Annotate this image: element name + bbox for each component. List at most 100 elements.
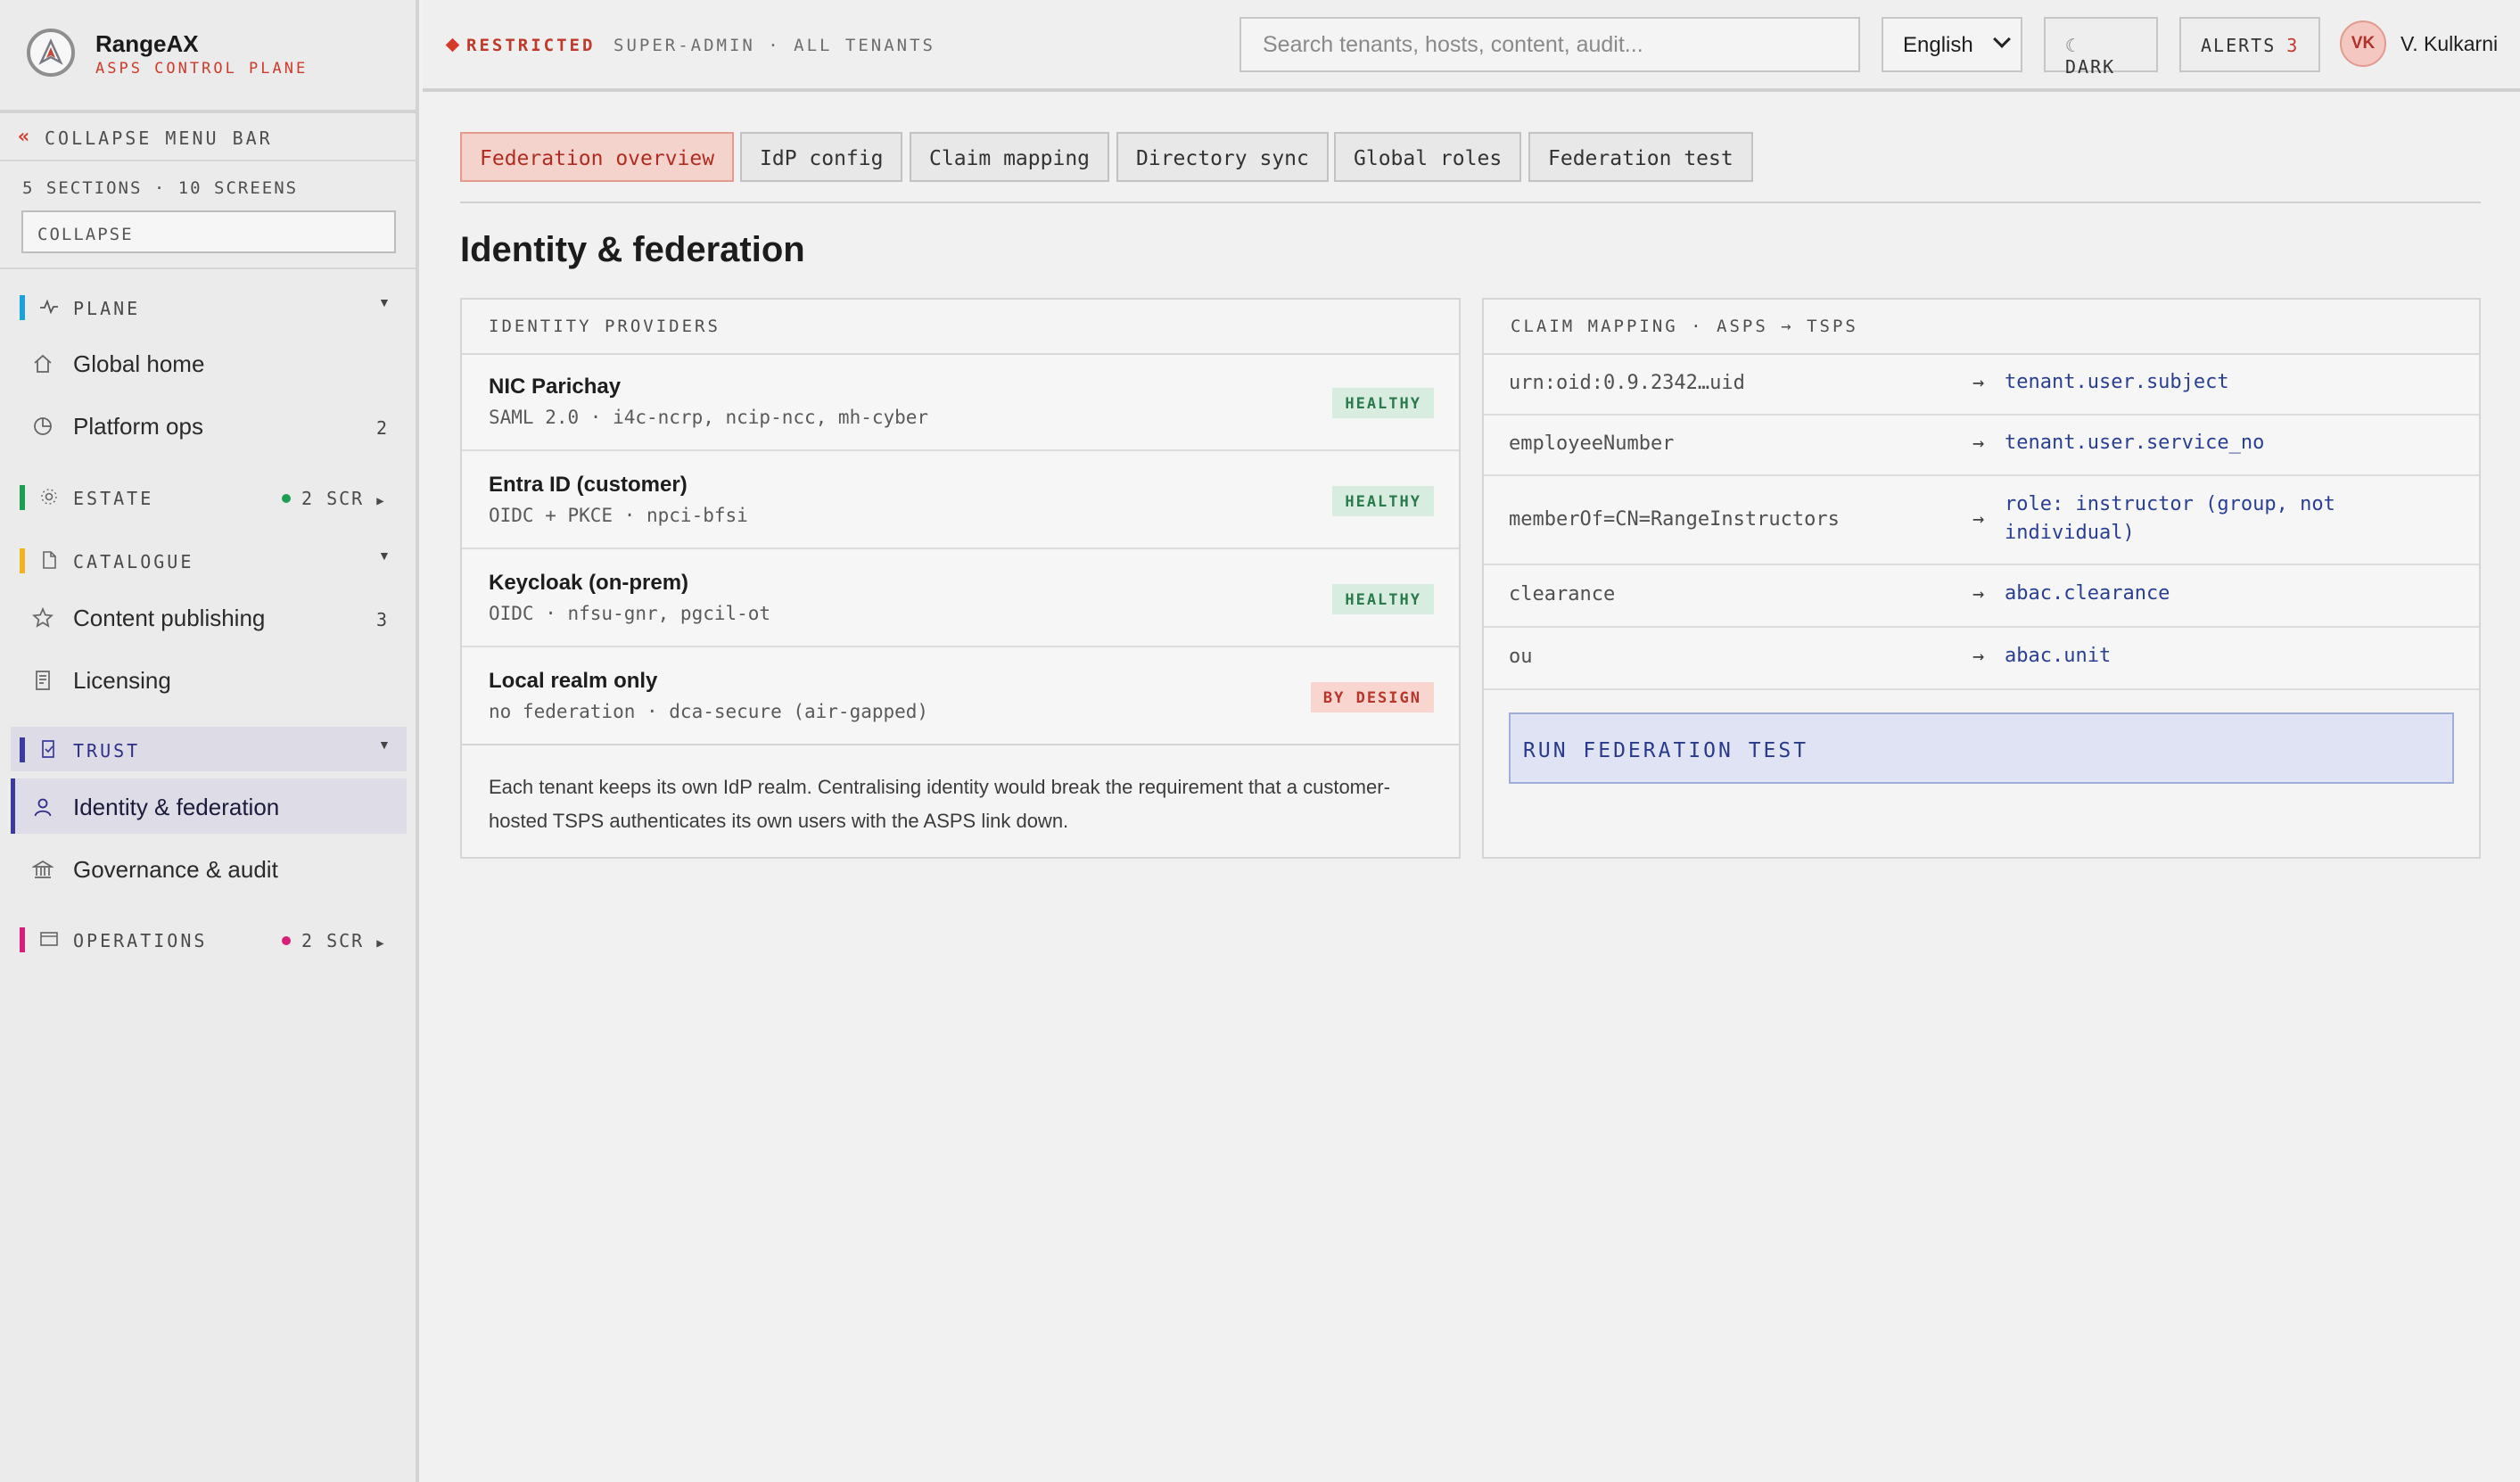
- tab-federation-test[interactable]: Federation test: [1528, 132, 1753, 182]
- caret-right-icon: ▶: [376, 494, 386, 508]
- tab-claim-mapping[interactable]: Claim mapping: [910, 132, 1110, 182]
- claim-source: ou: [1509, 646, 1533, 668]
- tab-directory-sync[interactable]: Directory sync: [1116, 132, 1329, 182]
- sections-count: 5 SECTIONS · 10 SCREENS: [22, 178, 299, 198]
- claim-source: memberOf=CN=RangeInstructors: [1509, 508, 1840, 531]
- tabs-divider: [460, 202, 2481, 203]
- caret-down-icon: ▼: [378, 737, 391, 752]
- claim-target: role: instructor (group, not individual): [2005, 493, 2335, 544]
- restricted-badge: RESTRICTED: [445, 36, 595, 55]
- arrow-right-icon: →: [1972, 432, 1985, 455]
- alerts-button[interactable]: ALERTS 3: [2179, 17, 2320, 72]
- section-estate[interactable]: ESTATE 2 SCR ▶: [0, 474, 416, 519]
- section-name: OPERATIONS: [73, 930, 208, 951]
- page-title: Identity & federation: [460, 230, 805, 269]
- section-color-bar: [20, 737, 25, 762]
- idp-name: Keycloak (on-prem): [489, 571, 689, 595]
- idp-row[interactable]: Local realm only no federation · dca-sec…: [462, 649, 1459, 745]
- idp-name: Entra ID (customer): [489, 473, 688, 497]
- section-operations[interactable]: OPERATIONS 2 SCR ▶: [0, 917, 416, 961]
- avatar[interactable]: VK: [2340, 21, 2386, 67]
- search-input[interactable]: [1239, 17, 1860, 72]
- idp-detail: OIDC · nfsu-gnr, pgcil-ot: [489, 603, 771, 624]
- top-bar: RESTRICTED SUPER-ADMIN · ALL TENANTS Eng…: [423, 0, 2520, 92]
- collapse-menu-bar-button[interactable]: « COLLAPSE MENU BAR: [0, 113, 416, 161]
- receipt-icon: [36, 671, 50, 690]
- section-screens: 2 SCR ▶: [282, 930, 386, 951]
- sidebar: RangeAX ASPS CONTROL PLANE « COLLAPSE ME…: [0, 0, 419, 1482]
- sidebar-item-licensing[interactable]: Licensing: [11, 652, 407, 707]
- claim-target: abac.unit: [2005, 645, 2112, 667]
- claim-target: abac.clearance: [2005, 582, 2170, 605]
- user-name[interactable]: V. Kulkarni: [2401, 32, 2498, 56]
- section-color-bar: [20, 485, 25, 510]
- double-chevron-left-icon: «: [18, 126, 33, 148]
- dark-mode-button[interactable]: ☾ DARK: [2044, 17, 2158, 78]
- section-name: PLANE: [73, 298, 141, 319]
- alerts-count: 3: [2286, 35, 2300, 56]
- arrow-right-icon: →: [1972, 583, 1985, 605]
- sidebar-item-global-home[interactable]: Global home: [11, 335, 407, 391]
- screens-count: 2 SCR: [301, 930, 365, 951]
- sidebar-item-count: 2: [375, 417, 387, 439]
- tab-global-roles[interactable]: Global roles: [1334, 132, 1522, 182]
- panel-heading: IDENTITY PROVIDERS: [462, 300, 1459, 355]
- section-trust[interactable]: TRUST ▼: [11, 727, 407, 771]
- dark-label: DARK: [2065, 56, 2116, 78]
- sidebar-item-label: Identity & federation: [73, 794, 280, 820]
- claim-source: employeeNumber: [1509, 432, 1675, 455]
- idp-detail: no federation · dca-secure (air-gapped): [489, 701, 929, 722]
- claim-mapping-panel: CLAIM MAPPING · ASPS → TSPS urn:oid:0.9.…: [1482, 298, 2481, 859]
- collapse-all-button[interactable]: COLLAPSE: [21, 210, 396, 253]
- caret-down-icon: ▼: [378, 295, 391, 309]
- sidebar-item-label: Content publishing: [73, 605, 266, 631]
- sidebar-item-identity-federation[interactable]: Identity & federation: [11, 778, 407, 834]
- sidebar-item-platform-ops[interactable]: Platform ops 2: [11, 398, 407, 453]
- collapse-menu-label: COLLAPSE MENU BAR: [45, 128, 273, 149]
- status-dot: [282, 936, 291, 945]
- idp-row[interactable]: NIC Parichay SAML 2.0 · i4c-ncrp, ncip-n…: [462, 355, 1459, 451]
- diamond-icon: [445, 37, 460, 53]
- status-badge: HEALTHY: [1332, 486, 1434, 516]
- scope-label: SUPER-ADMIN · ALL TENANTS: [614, 36, 935, 55]
- arrow-right-icon: →: [1972, 646, 1985, 668]
- idp-name: NIC Parichay: [489, 375, 622, 399]
- arrow-right-icon: →: [1972, 372, 1985, 394]
- alerts-label: ALERTS: [2201, 35, 2277, 56]
- language-select[interactable]: English: [1882, 17, 2022, 72]
- tab-federation-overview[interactable]: Federation overview: [460, 132, 735, 182]
- claim-source: clearance: [1509, 583, 1616, 605]
- claim-row: clearance → abac.clearance: [1484, 565, 2479, 628]
- document-icon: [43, 551, 56, 569]
- claim-target: tenant.user.subject: [2005, 371, 2229, 393]
- bank-icon: [32, 860, 54, 878]
- run-federation-test-button[interactable]: RUN FEDERATION TEST: [1509, 712, 2454, 784]
- sidebar-item-label: Licensing: [73, 667, 171, 694]
- idp-row[interactable]: Keycloak (on-prem) OIDC · nfsu-gnr, pgci…: [462, 551, 1459, 647]
- home-icon: [34, 354, 52, 373]
- status-badge: HEALTHY: [1332, 584, 1434, 614]
- sidebar-item-label: Governance & audit: [73, 856, 278, 883]
- sidebar-item-governance-audit[interactable]: Governance & audit: [11, 841, 407, 896]
- shield-check-icon: [42, 740, 54, 758]
- identity-providers-panel: IDENTITY PROVIDERS NIC Parichay SAML 2.0…: [460, 298, 1461, 859]
- section-plane[interactable]: PLANE ▼: [0, 284, 416, 329]
- section-name: TRUST: [73, 740, 141, 762]
- status-dot: [282, 494, 291, 503]
- pie-chart-icon: [34, 417, 52, 435]
- moon-icon: ☾: [2065, 35, 2079, 56]
- caret-right-icon: ▶: [376, 936, 386, 951]
- claim-row: ou → abac.unit: [1484, 628, 2479, 690]
- sidebar-item-content-publishing[interactable]: Content publishing 3: [11, 589, 407, 645]
- idp-detail: OIDC + PKCE · npci-bfsi: [489, 505, 748, 526]
- tab-idp-config[interactable]: IdP config: [740, 132, 903, 182]
- idp-row[interactable]: Entra ID (customer) OIDC + PKCE · npci-b…: [462, 453, 1459, 549]
- arrow-right-icon: →: [1972, 508, 1985, 531]
- section-catalogue[interactable]: CATALOGUE ▼: [0, 538, 416, 582]
- sidebar-divider: [0, 268, 416, 269]
- section-name: ESTATE: [73, 488, 154, 509]
- section-name: CATALOGUE: [73, 551, 194, 572]
- screens-count: 2 SCR: [301, 488, 365, 509]
- pulse-icon: [40, 299, 58, 315]
- idp-name: Local realm only: [489, 669, 658, 693]
